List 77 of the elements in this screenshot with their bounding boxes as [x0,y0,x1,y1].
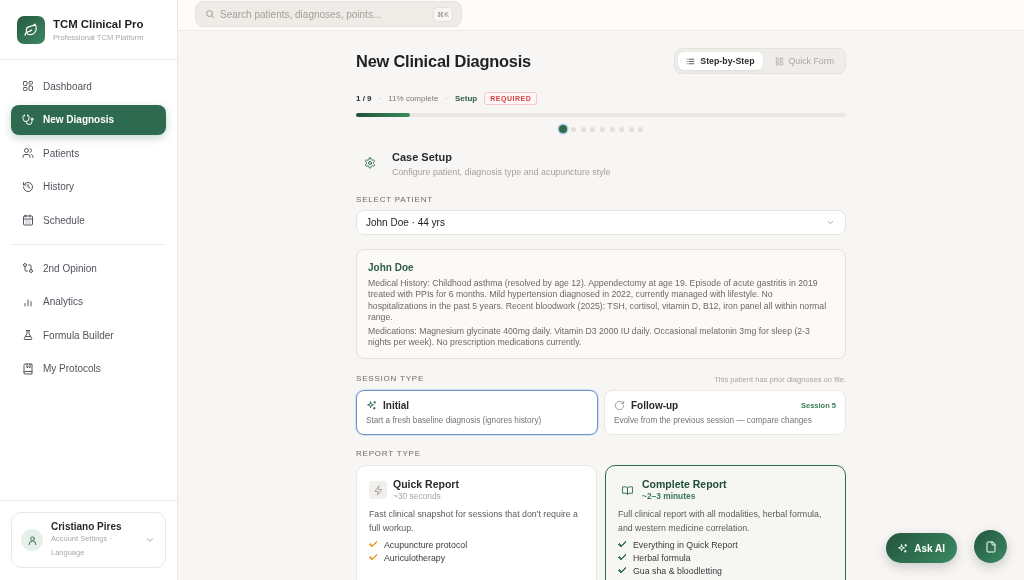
stethoscope-icon [22,113,34,126]
session-option[interactable]: Initial Start a fresh baseline diagnosis (ignores history) [356,390,598,436]
option-description: Start a fresh baseline diagnosis (ignores history) [366,416,543,427]
option-duration: ~30 seconds [393,491,442,503]
progress-percent: 11% complete [388,93,439,103]
document-icon [984,540,997,553]
report-option[interactable]: Complete Report ~2–3 minutes Full clinical report with all modalities, herbal formula, and western medicine correlation. Everything in Quick Report Herbal formula Gua sha & bloodletting [605,465,846,580]
section-title: Case Setup [392,150,453,164]
step-dot[interactable] [619,126,625,132]
separator: · [445,93,449,103]
option-description: Evolve from the previous session — compare changes [614,416,813,427]
nav-item[interactable]: History [11,171,166,202]
feature-item: Everything in Quick Report [633,539,738,550]
nav-item[interactable]: Formula Builder [11,320,166,350]
step-name: Setup [455,93,478,103]
flask-icon [22,329,34,341]
option-description: Full clinical report with all modalities, herbal formula, and western medicine correlation. [618,508,823,535]
page-title: New Clinical Diagnosis [356,51,532,71]
grid-icon [774,56,784,66]
settings-icon [364,157,376,169]
refresh-icon [614,399,625,411]
step-dot[interactable] [600,126,605,132]
sparkle-icon [897,542,909,554]
section-subtitle: Configure patient, diagnosis type and acupuncture style [392,166,611,178]
grid-icon [22,80,34,92]
patient-name: John Doe [368,262,415,274]
medical-history-text: Medical History: Childhood asthma (resolved by age 12). Appendectomy at age 19. Episode of acute gastritis in 2019 treated with PPIs for 6 months. Mild hypertension diagnosed in 2022, currently managed with lifestyle. No hospitalizations in the past 5 years. Recent bloodwork (2025): TSH, cortisol, vitamin D, B12, iron panel all within normal range. [368,278,828,324]
chevron-down-icon [826,218,835,227]
history-icon [22,180,34,193]
step-dot[interactable] [580,126,586,132]
step-dot[interactable] [609,126,615,132]
leaf-logo-icon [17,15,45,44]
chevron-down-icon [145,535,155,545]
step-counter: 1 / 9 [356,93,372,103]
medications-text: Medications: Magnesium glycinate 400mg daily. Vitamin D3 2000 IU daily. Occasional melatonin 3mg for sleep (2-3 nights per week). No prescription medications currently. [368,325,811,349]
option-title: Quick Report [393,478,459,492]
users-icon [22,147,34,159]
search-icon [205,9,215,19]
nav-item[interactable]: Patients [11,138,166,168]
feature-item: Auriculotherapy [384,552,446,563]
compare-icon [22,262,34,274]
nav-item[interactable]: New Diagnosis [11,104,166,135]
document-button[interactable] [974,530,1007,563]
app-title: TCM Clinical Pro [53,17,144,30]
nav-item[interactable]: Analytics [11,286,166,317]
report-option[interactable]: Quick Report ~30 seconds Fast clinical snapshot for sessions that don't require a full workup. Acupuncture protocol Auriculotherapy [356,465,597,580]
nav-item[interactable]: Schedule [11,205,166,235]
separator: · [378,93,382,103]
user-avatar-icon [21,529,43,551]
option-description: Fast clinical snapshot for sessions that don't require a full workup. [369,508,579,535]
option-title: Follow-up [631,399,680,411]
nav-item[interactable]: Dashboard [11,71,166,101]
option-title: Complete Report [642,478,727,492]
feature-item: Acupuncture protocol [384,539,468,550]
option-title: Initial [383,399,411,411]
step-dot[interactable] [558,125,567,133]
step-dot[interactable] [638,126,644,132]
ask-ai-button[interactable]: Ask AI [886,533,957,563]
calendar-icon [22,214,34,226]
nav-item[interactable]: 2nd Opinion [11,253,166,283]
field-label: REPORT TYPE [356,449,422,460]
field-label: SELECT PATIENT [356,195,434,205]
nav-item[interactable]: My Protocols [11,353,166,384]
field-label: SESSION TYPE [356,374,425,385]
user-name: Cristiano Pires [51,520,123,532]
step-dot[interactable] [590,126,596,132]
option-duration: ~2–3 minutes [642,491,697,503]
step-dot[interactable] [571,126,577,132]
lightning-icon [369,481,387,500]
feature-item: Herbal formula [633,552,691,563]
patient-select[interactable]: John Doe · 44 yrs [356,210,846,235]
feature-item: Gua sha & bloodletting [633,565,722,576]
step-dot[interactable] [628,126,634,132]
list-icon [686,56,696,66]
mode-tab[interactable]: Step-by-Step [678,52,763,70]
book-icon [22,362,34,375]
sparkle-icon [366,399,377,411]
